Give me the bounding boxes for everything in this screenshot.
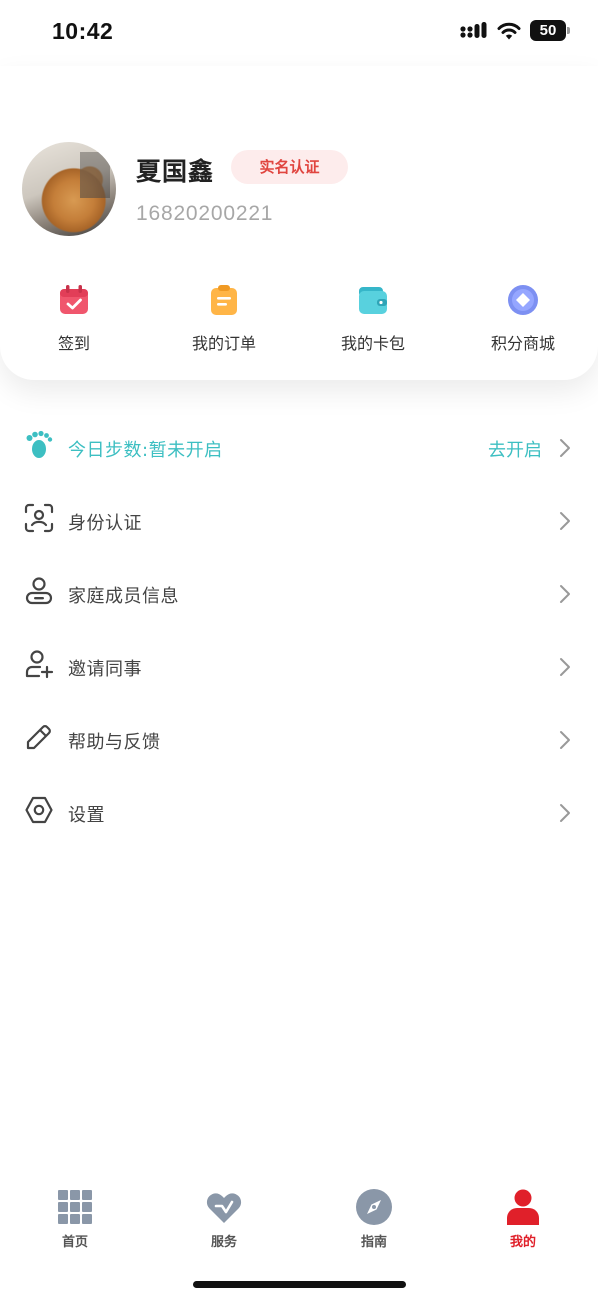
menu-item-label: 帮助与反馈 <box>68 732 161 753</box>
enable-steps-link[interactable]: 去开启 <box>488 436 542 462</box>
heart-icon <box>206 1193 242 1223</box>
menu-item-identity[interactable]: 身份认证 <box>0 485 598 558</box>
wifi-icon <box>497 22 521 39</box>
quick-action-points-mall[interactable]: 积分商城 <box>463 284 583 356</box>
chevron-right-icon <box>560 439 570 457</box>
quick-action-orders[interactable]: 我的订单 <box>164 284 284 356</box>
footprint-icon <box>26 430 53 458</box>
compass-icon <box>356 1189 392 1225</box>
grid-icon <box>58 1190 92 1224</box>
edit-pen-icon <box>26 725 51 750</box>
calendar-check-icon <box>60 285 88 314</box>
tab-label: 指南 <box>360 1235 387 1250</box>
avatar[interactable] <box>22 142 116 236</box>
verify-badge[interactable]: 实名认证 <box>231 150 348 184</box>
tab-label: 服务 <box>210 1235 237 1250</box>
profile-card: 夏国鑫 实名认证 16820200221 签到 我的订单 我的卡包 积分商城 <box>0 66 598 380</box>
menu-item-label: 家庭成员信息 <box>68 586 179 607</box>
home-indicator[interactable] <box>193 1281 406 1288</box>
tab-services[interactable]: 服务 <box>164 1180 284 1250</box>
add-user-icon <box>25 650 54 679</box>
menu-item-help[interactable]: 帮助与反馈 <box>0 704 598 777</box>
menu-list: 今日步数:暂未开启 去开启 身份认证 家庭成员信息 邀请同事 帮助与反馈 设置 <box>0 412 598 850</box>
quick-action-label: 我的订单 <box>191 334 256 353</box>
clipboard-icon <box>211 285 237 315</box>
quick-action-label: 签到 <box>57 334 90 353</box>
tab-guide[interactable]: 指南 <box>314 1180 434 1250</box>
tab-mine[interactable]: 我的 <box>463 1180 583 1250</box>
menu-item-family[interactable]: 家庭成员信息 <box>0 558 598 631</box>
menu-item-label: 身份认证 <box>68 513 142 534</box>
menu-item-label: 邀请同事 <box>68 659 142 680</box>
battery-icon: 50 <box>530 20 570 41</box>
face-scan-icon <box>24 503 54 533</box>
steps-label: 今日步数:暂未开启 <box>68 440 223 461</box>
quick-action-wallet[interactable]: 我的卡包 <box>313 284 433 356</box>
wallet-icon <box>359 287 387 314</box>
status-indicators: 50 <box>460 20 570 41</box>
tab-label: 首页 <box>61 1235 88 1250</box>
profile-page: 10:42 50 夏国鑫 实名认证 16820200221 签到 我的订单 我的… <box>0 0 598 1300</box>
chevron-right-icon <box>560 585 570 603</box>
family-member-icon <box>25 577 53 605</box>
menu-item-settings[interactable]: 设置 <box>0 777 598 850</box>
quick-action-checkin[interactable]: 签到 <box>14 284 134 356</box>
bottom-tab-bar: 首页 服务 指南 我的 <box>0 1180 598 1260</box>
cellular-signal-icon <box>460 21 487 38</box>
user-phone: 16820200221 <box>136 202 274 225</box>
quick-actions: 签到 我的订单 我的卡包 积分商城 <box>0 284 598 356</box>
chevron-right-icon <box>560 512 570 530</box>
quick-action-label: 我的卡包 <box>340 334 405 353</box>
status-time: 10:42 <box>52 18 114 44</box>
chevron-right-icon <box>560 658 570 676</box>
chevron-right-icon <box>560 804 570 822</box>
chevron-right-icon <box>560 731 570 749</box>
menu-item-label: 设置 <box>68 805 105 826</box>
user-icon <box>507 1189 539 1225</box>
settings-hexagon-icon <box>25 796 53 824</box>
quick-action-label: 积分商城 <box>490 334 555 353</box>
status-bar: 10:42 50 <box>0 0 598 66</box>
menu-item-invite[interactable]: 邀请同事 <box>0 631 598 704</box>
user-name: 夏国鑫 <box>136 157 215 186</box>
tab-home[interactable]: 首页 <box>15 1180 135 1250</box>
tab-label: 我的 <box>509 1235 536 1250</box>
points-diamond-icon <box>508 285 538 315</box>
menu-item-steps[interactable]: 今日步数:暂未开启 去开启 <box>0 412 598 485</box>
